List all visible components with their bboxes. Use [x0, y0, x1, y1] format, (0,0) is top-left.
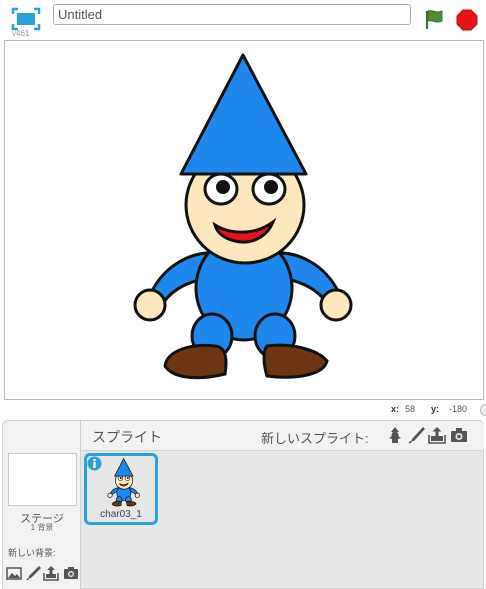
upload-icon[interactable] — [428, 426, 446, 444]
camera-icon[interactable] — [63, 565, 79, 581]
sprites-header: スプライト 新しいスプライト: — [81, 421, 484, 451]
stage-size-toggle[interactable] — [480, 404, 486, 416]
top-bar: v461 — [0, 0, 486, 40]
scratch-editor: v461 Untitled x: 58 y: -180 ステージ 1 背景 新し… — [0, 0, 486, 589]
sprite-tile[interactable]: char03_1 — [84, 453, 158, 525]
paintbrush-icon[interactable] — [408, 426, 426, 444]
backdrop-count: 1 背景 — [30, 523, 54, 532]
upload-icon[interactable] — [43, 565, 59, 581]
sprite-pane: ステージ 1 背景 新しい背景: スプライト 新しいスプライト: char03_… — [2, 420, 484, 589]
mouse-y-value: -180 — [449, 404, 468, 414]
sprite-thumbnail — [105, 458, 143, 508]
paintbrush-icon[interactable] — [26, 565, 42, 581]
stage-selector[interactable]: ステージ 1 背景 新しい背景: — [3, 421, 81, 589]
stage-canvas[interactable] — [4, 40, 484, 400]
stop-sign-icon[interactable] — [456, 9, 478, 31]
sprite-character[interactable] — [5, 41, 484, 400]
sprite-library-icon[interactable] — [386, 426, 404, 444]
landscape-icon[interactable] — [6, 565, 22, 581]
new-sprite-label: 新しいスプライト: — [261, 431, 369, 446]
stage-thumbnail[interactable] — [8, 453, 77, 506]
project-title-input[interactable] — [53, 4, 411, 25]
camera-icon[interactable] — [450, 426, 468, 444]
mouse-x-label: x: — [391, 404, 400, 414]
mouse-x-value: 58 — [405, 404, 416, 414]
info-icon[interactable] — [87, 456, 102, 471]
mouse-y-label: y: — [431, 404, 440, 414]
sprites-title: スプライト — [92, 429, 162, 445]
green-flag-icon[interactable] — [423, 8, 445, 30]
sprite-name: char03_1 — [100, 509, 142, 520]
new-backdrop-label: 新しい背景: — [8, 548, 56, 558]
version-label: v461 — [12, 29, 30, 38]
